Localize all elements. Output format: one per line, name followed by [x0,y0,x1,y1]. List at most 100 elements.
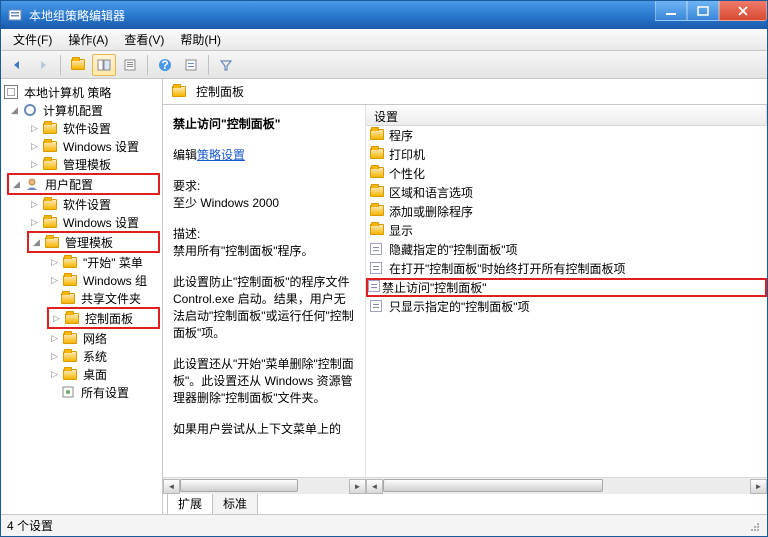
tree-shared[interactable]: 共享文件夹 [79,289,143,308]
setting-icon [370,243,384,257]
up-button[interactable] [66,54,90,76]
expand-icon[interactable]: ▷ [49,369,60,380]
tree-uc-admin[interactable]: 管理模板 [63,233,115,252]
expand-icon[interactable]: ▷ [51,313,62,324]
scroll-left-button[interactable]: ◄ [366,479,383,494]
folder-icon [42,197,58,211]
tree-root[interactable]: 本地计算机 策略 [22,83,113,102]
tree-win-comp[interactable]: Windows 组 [81,271,149,290]
tree-pane[interactable]: 本地计算机 策略 ◢ 计算机配置 ▷ 软件设置 ▷ Windows 设置 ▷ 管… [1,79,163,514]
maximize-button[interactable] [687,1,719,21]
tab-standard[interactable]: 标准 [212,492,258,514]
resize-grip-icon[interactable] [747,519,761,533]
list-item[interactable]: 添加或删除程序 [366,202,767,221]
menu-action[interactable]: 操作(A) [60,29,116,50]
desc-para-2: 此设置防止"控制面板"的程序文件 Control.exe 启动。结果，用户无法启… [173,273,355,341]
list-item[interactable]: 隐藏指定的"控制面板"项 [366,240,767,259]
folder-icon [370,129,384,143]
right-header-title: 控制面板 [196,83,244,100]
expand-icon[interactable]: ▷ [29,159,40,170]
menu-file[interactable]: 文件(F) [5,29,60,50]
tab-extended[interactable]: 扩展 [167,492,213,514]
tree-uc-windows[interactable]: Windows 设置 [61,213,141,232]
tree-all-settings[interactable]: 所有设置 [79,383,131,402]
folder-icon [370,167,384,181]
tree-network[interactable]: 网络 [81,329,109,348]
list-content[interactable]: 程序 打印机 个性化 区域和语言选项 添加或删除程序 显示 隐藏指定的"控制面板… [366,126,767,477]
folder-icon [62,349,78,363]
computer-icon [22,103,38,117]
titlebar[interactable]: 本地组策略编辑器 [1,1,767,29]
list-item[interactable]: 只显示指定的"控制面板"项 [366,297,767,316]
help-button[interactable]: ? [153,54,177,76]
expand-icon[interactable]: ▷ [49,333,60,344]
desc-para-4: 如果用户尝试从上下文菜单上的 [173,420,355,437]
description-pane: 禁止访问"控制面板" 编辑策略设置 要求: 至少 Windows 2000 描述… [163,105,366,494]
tree-system[interactable]: 系统 [81,347,109,366]
close-button[interactable] [719,1,767,21]
scroll-right-button[interactable]: ► [750,479,767,494]
list-item[interactable]: 打印机 [366,145,767,164]
setting-icon [368,280,382,294]
tree-uc-software[interactable]: 软件设置 [61,195,113,214]
status-text: 4 个设置 [7,517,53,534]
folder-icon [42,157,58,171]
collapse-icon[interactable]: ◢ [11,179,22,190]
menu-view[interactable]: 查看(V) [116,29,172,50]
expand-icon[interactable]: ▷ [29,199,40,210]
right-header: 控制面板 [163,79,767,105]
expand-icon[interactable]: ▷ [29,141,40,152]
toolbar: ? [1,51,767,79]
show-hide-tree-button[interactable] [92,54,116,76]
collapse-icon[interactable]: ◢ [9,105,20,116]
properties-button[interactable] [179,54,203,76]
tree-cc-software[interactable]: 软件设置 [61,119,113,138]
tree-start-menu[interactable]: "开始" 菜单 [81,253,145,272]
expand-icon[interactable]: ▷ [29,123,40,134]
policy-settings-link[interactable]: 策略设置 [197,148,245,162]
tabs: 扩展 标准 [163,494,767,514]
column-setting[interactable]: 设置 [366,105,767,125]
list-item-selected[interactable]: 禁止访问"控制面板" [366,278,767,297]
scroll-thumb[interactable] [383,479,603,492]
minimize-button[interactable] [655,1,687,21]
folder-icon [62,273,78,287]
tree-control-panel[interactable]: 控制面板 [83,309,135,328]
export-button[interactable] [118,54,142,76]
window-title: 本地组策略编辑器 [29,7,655,24]
list-item[interactable]: 个性化 [366,164,767,183]
desc-para-1: 禁用所有"控制面板"程序。 [173,242,355,259]
expand-icon[interactable]: ▷ [49,275,60,286]
user-icon [24,177,40,191]
tree-user-config[interactable]: 用户配置 [43,175,95,194]
folder-icon [370,148,384,162]
list-item[interactable]: 在打开"控制面板"时始终打开所有控制面板项 [366,259,767,278]
collapse-icon[interactable]: ◢ [31,237,42,248]
tree-cc-windows[interactable]: Windows 设置 [61,137,141,156]
forward-button[interactable] [31,54,55,76]
tree-cc-admin[interactable]: 管理模板 [61,155,113,174]
expand-icon[interactable]: ▷ [49,257,60,268]
list-item[interactable]: 程序 [366,126,767,145]
scroll-right-button[interactable]: ► [349,479,366,494]
tree-computer-config[interactable]: 计算机配置 [41,101,105,120]
expand-icon[interactable]: ▷ [29,217,40,228]
folder-icon [370,186,384,200]
expand-icon[interactable]: ▷ [49,351,60,362]
list-item[interactable]: 显示 [366,221,767,240]
folder-icon [64,311,80,325]
filter-button[interactable] [214,54,238,76]
desc-scrollbar[interactable]: ◄ ► [163,477,366,494]
menu-help[interactable]: 帮助(H) [172,29,229,50]
scroll-thumb[interactable] [180,479,298,492]
list-scrollbar[interactable]: ◄ ► [366,477,767,494]
back-button[interactable] [5,54,29,76]
folder-icon [42,139,58,153]
tree-desktop[interactable]: 桌面 [81,365,109,384]
settings-icon [60,385,76,399]
folder-icon [62,331,78,345]
policy-title: 禁止访问"控制面板" [173,115,355,132]
requirements-label: 要求: [173,179,200,193]
list-item[interactable]: 区域和语言选项 [366,183,767,202]
scroll-left-button[interactable]: ◄ [163,479,180,494]
